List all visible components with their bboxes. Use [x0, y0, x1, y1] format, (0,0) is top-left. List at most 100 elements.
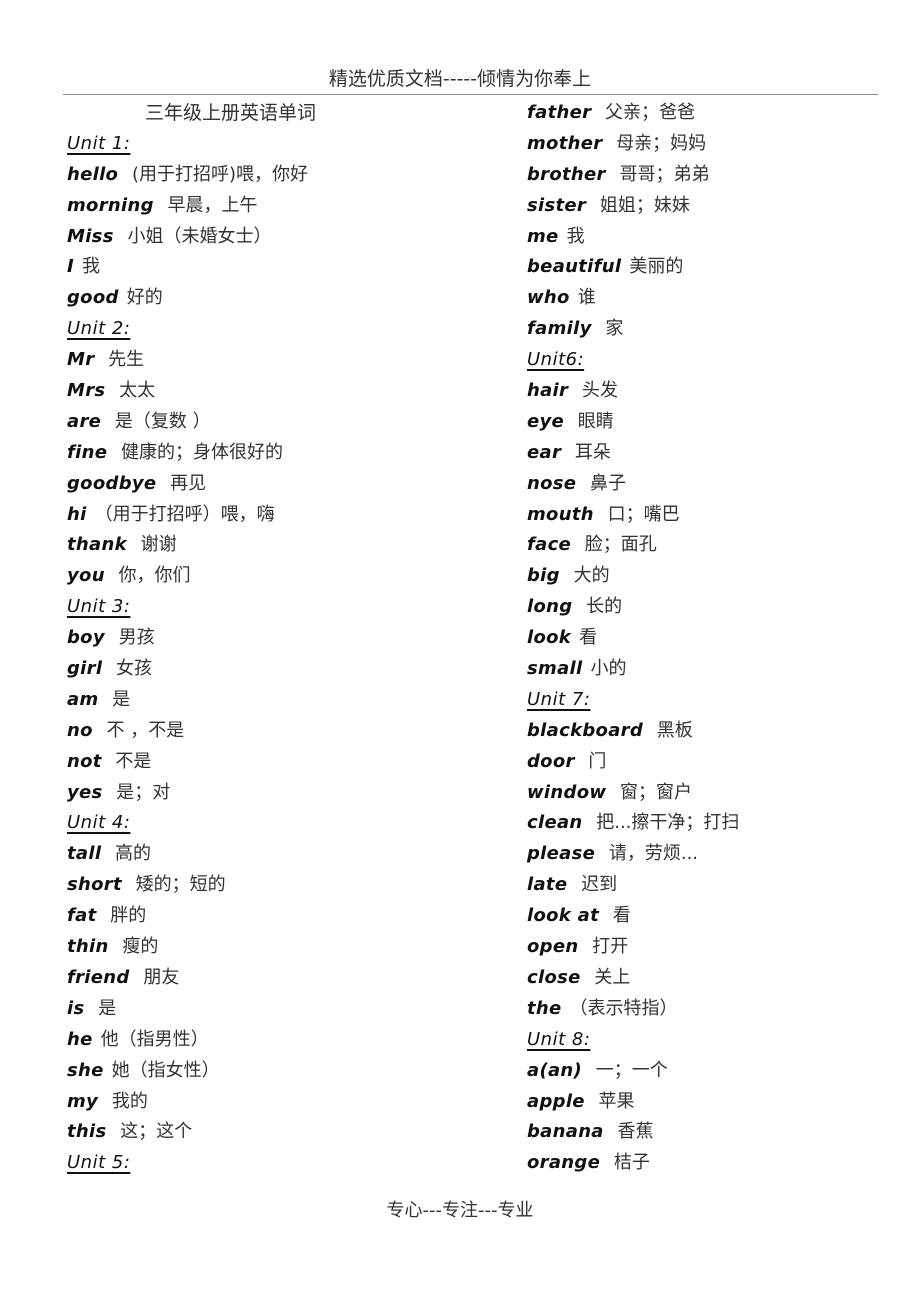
english-word: blackboard: [527, 719, 644, 741]
english-word: no: [67, 719, 93, 741]
english-word: look at: [527, 905, 599, 927]
unit-heading: Unit6:: [527, 349, 585, 371]
chinese-meaning: 大的: [567, 565, 610, 587]
english-word: small: [527, 658, 583, 680]
vocab-entry: hello (用于打招呼)喂，你好: [67, 160, 507, 191]
english-word: late: [527, 874, 568, 896]
unit-heading: Unit 2:: [67, 318, 131, 340]
vocab-entry: he 他（指男性）: [67, 1025, 507, 1056]
english-word: fine: [67, 441, 108, 463]
english-word: door: [527, 750, 575, 772]
chinese-meaning: 太太: [113, 380, 156, 402]
vocab-entry: Mr 先生: [67, 345, 507, 376]
unit-heading-row: Unit 2:: [67, 314, 507, 345]
chinese-meaning: 看: [579, 627, 598, 649]
chinese-meaning: (用于打招呼)喂，你好: [126, 163, 309, 185]
vocab-entry: nose 鼻子: [527, 469, 887, 500]
chinese-meaning: 小姐（未婚女士）: [121, 225, 272, 247]
vocab-entry: open 打开: [527, 932, 887, 963]
english-word: goodbye: [67, 472, 157, 494]
unit-heading: Unit 8:: [527, 1028, 591, 1050]
vocab-entry: am 是: [67, 685, 507, 716]
chinese-meaning: 桔子: [608, 1152, 650, 1174]
english-word: mother: [527, 132, 603, 154]
vocab-entry: please 请，劳烦...: [527, 839, 887, 870]
chinese-meaning: 你，你们: [112, 565, 191, 587]
english-word: open: [527, 936, 579, 958]
chinese-meaning: 一；一个: [590, 1059, 668, 1081]
unit-heading-row: Unit 8:: [527, 1025, 887, 1056]
english-word: Mr: [67, 349, 95, 371]
vocab-entry: yes 是；对: [67, 778, 507, 809]
vocab-entry: fine 健康的；身体很好的: [67, 438, 507, 469]
english-word: me: [527, 225, 559, 247]
vocab-entry: fat 胖的: [67, 901, 507, 932]
unit-heading: Unit 5:: [67, 1152, 131, 1174]
english-word: a(an): [527, 1059, 583, 1081]
english-word: hi: [67, 503, 87, 525]
unit-heading: Unit 3:: [67, 596, 131, 618]
vocab-entry: boy 男孩: [67, 623, 507, 654]
chinese-meaning: 他（指男性）: [100, 1028, 209, 1050]
english-word: my: [67, 1090, 99, 1112]
right-column: father 父亲；爸爸 mother 母亲；妈妈 brother 哥哥；弟弟 sis…: [527, 98, 887, 1179]
vocab-entry: hi （用于打招呼）喂，嗨: [67, 500, 507, 531]
english-word: morning: [67, 194, 154, 216]
chinese-meaning: 长的: [580, 596, 623, 618]
vocab-entry: who 谁: [527, 283, 887, 314]
chinese-meaning: 是: [106, 688, 131, 710]
english-word: hello: [67, 163, 119, 185]
english-word: hair: [527, 380, 569, 402]
chinese-meaning: 香蕉: [611, 1121, 654, 1143]
vocab-entry: look at 看: [527, 901, 887, 932]
vocab-entry: blackboard 黑板: [527, 716, 887, 747]
chinese-meaning: 鼻子: [584, 472, 627, 494]
vocab-entry: me 我: [527, 222, 887, 253]
english-word: eye: [527, 410, 565, 432]
vocab-entry: Miss 小姐（未婚女士）: [67, 222, 507, 253]
chinese-meaning: 姐姐；妹妹: [594, 194, 690, 216]
vocab-entry: door 门: [527, 747, 887, 778]
chinese-meaning: 眼睛: [572, 410, 614, 432]
english-word: close: [527, 966, 581, 988]
chinese-meaning: 耳朵: [569, 441, 611, 463]
unit-heading: Unit 1:: [67, 132, 131, 154]
vocab-entry: goodbye 再见: [67, 469, 507, 500]
chinese-meaning: 打开: [586, 936, 629, 958]
chinese-meaning: 瘦的: [116, 936, 159, 958]
english-word: window: [527, 781, 607, 803]
vocab-entry: is 是: [67, 994, 507, 1025]
chinese-meaning: 看: [607, 905, 631, 927]
english-word: am: [67, 688, 99, 710]
english-word: nose: [527, 472, 577, 494]
chinese-meaning: 是: [92, 997, 117, 1019]
vocab-entry: small 小的: [527, 654, 887, 685]
chinese-meaning: 再见: [164, 472, 207, 494]
chinese-meaning: 胖的: [104, 905, 147, 927]
english-word: thank: [67, 534, 127, 556]
chinese-meaning: 不是: [109, 750, 152, 772]
chinese-meaning: 好的: [126, 287, 163, 309]
chinese-meaning: 关上: [588, 966, 631, 988]
chinese-meaning: 健康的；身体很好的: [115, 441, 283, 463]
page-footer: 专心---专注---专业: [386, 1200, 534, 1221]
chinese-meaning: 美丽的: [629, 256, 684, 278]
vocab-entry: late 迟到: [527, 870, 887, 901]
unit-heading: Unit 7:: [527, 688, 591, 710]
chinese-meaning: 是；对: [110, 781, 171, 803]
chinese-meaning: 谢谢: [134, 534, 177, 556]
vocab-entry: face 脸；面孔: [527, 530, 887, 561]
english-word: big: [527, 565, 560, 587]
unit-heading-row: Unit 5:: [67, 1148, 507, 1179]
chinese-meaning: 高的: [109, 843, 152, 865]
vocab-entry: window 窗；窗户: [527, 778, 887, 809]
unit-heading-row: Unit 1:: [67, 129, 507, 160]
vocab-entry: Mrs 太太: [67, 376, 507, 407]
document-title: 三年级上册英语单词: [145, 102, 317, 124]
english-word: ear: [527, 441, 562, 463]
english-word: who: [527, 287, 570, 309]
chinese-meaning: 矮的；短的: [129, 874, 226, 896]
chinese-meaning: 头发: [576, 380, 618, 402]
vocab-entry: family 家: [527, 314, 887, 345]
chinese-meaning: 谁: [577, 287, 596, 309]
